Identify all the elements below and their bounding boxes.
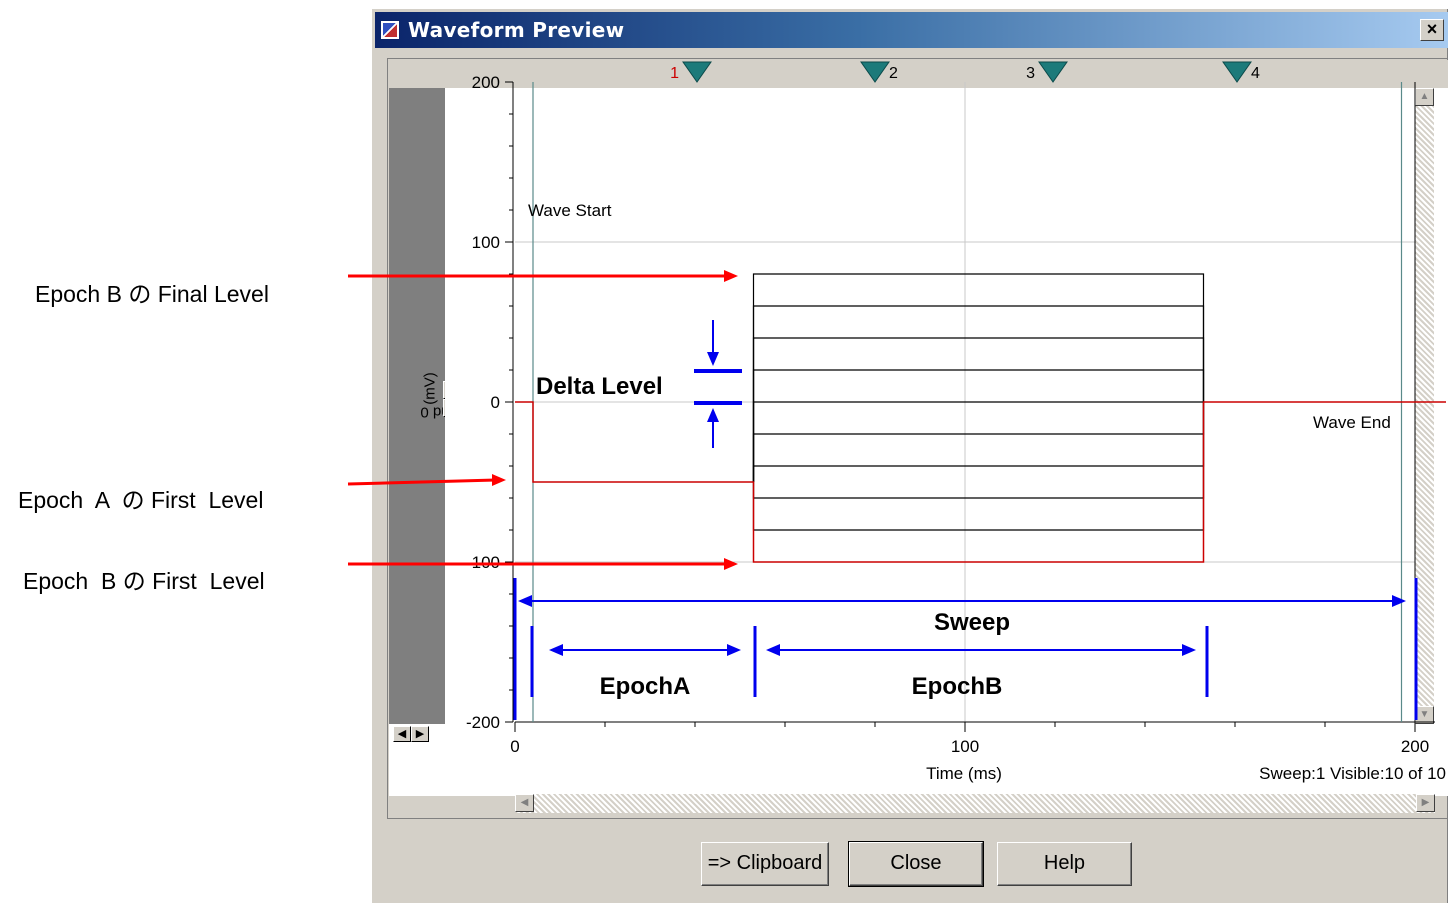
scroll-left-button[interactable]: ◀ (515, 794, 534, 812)
y-axis-label: Cmd 0 (420, 403, 464, 421)
app-icon (380, 20, 400, 40)
close-window-button[interactable]: × (1420, 19, 1444, 41)
window-title: Waveform Preview (408, 18, 625, 42)
x-scale-left-button[interactable]: ◀ (393, 726, 411, 742)
clipboard-button[interactable]: => Clipboard (701, 842, 829, 886)
annotation-epoch-a-first-level: Epoch A の First Level (18, 487, 264, 513)
horizontal-scrollbar[interactable]: ◀ ▶ (515, 794, 1435, 813)
y-tick-area (445, 88, 515, 724)
scroll-up-button[interactable]: ▲ (1415, 88, 1434, 106)
help-button[interactable]: Help (997, 842, 1132, 886)
vertical-scroll-track[interactable] (1415, 106, 1434, 706)
annotation-epoch-b-final-level: Epoch B の Final Level (35, 281, 269, 307)
annotation-epoch-b-first-level: Epoch B の First Level (23, 568, 265, 594)
marker-bar (389, 60, 1448, 89)
scroll-right-button[interactable]: ▶ (1416, 794, 1435, 812)
title-bar[interactable]: Waveform Preview × (375, 12, 1448, 48)
waveform-preview-window: Waveform Preview × Cmd 0 (mV) ▲ ▼ ▲ ▼ ◀ … (371, 8, 1448, 903)
plot-area (515, 88, 1401, 724)
x-scale-right-button[interactable]: ▶ (411, 726, 429, 742)
close-button[interactable]: Close (848, 841, 984, 887)
y-axis-unit: (mV) (421, 372, 439, 405)
vertical-scrollbar[interactable]: ▲ ▼ (1401, 88, 1448, 724)
x-axis-area (389, 724, 1448, 796)
scroll-down-button[interactable]: ▼ (1415, 706, 1434, 724)
